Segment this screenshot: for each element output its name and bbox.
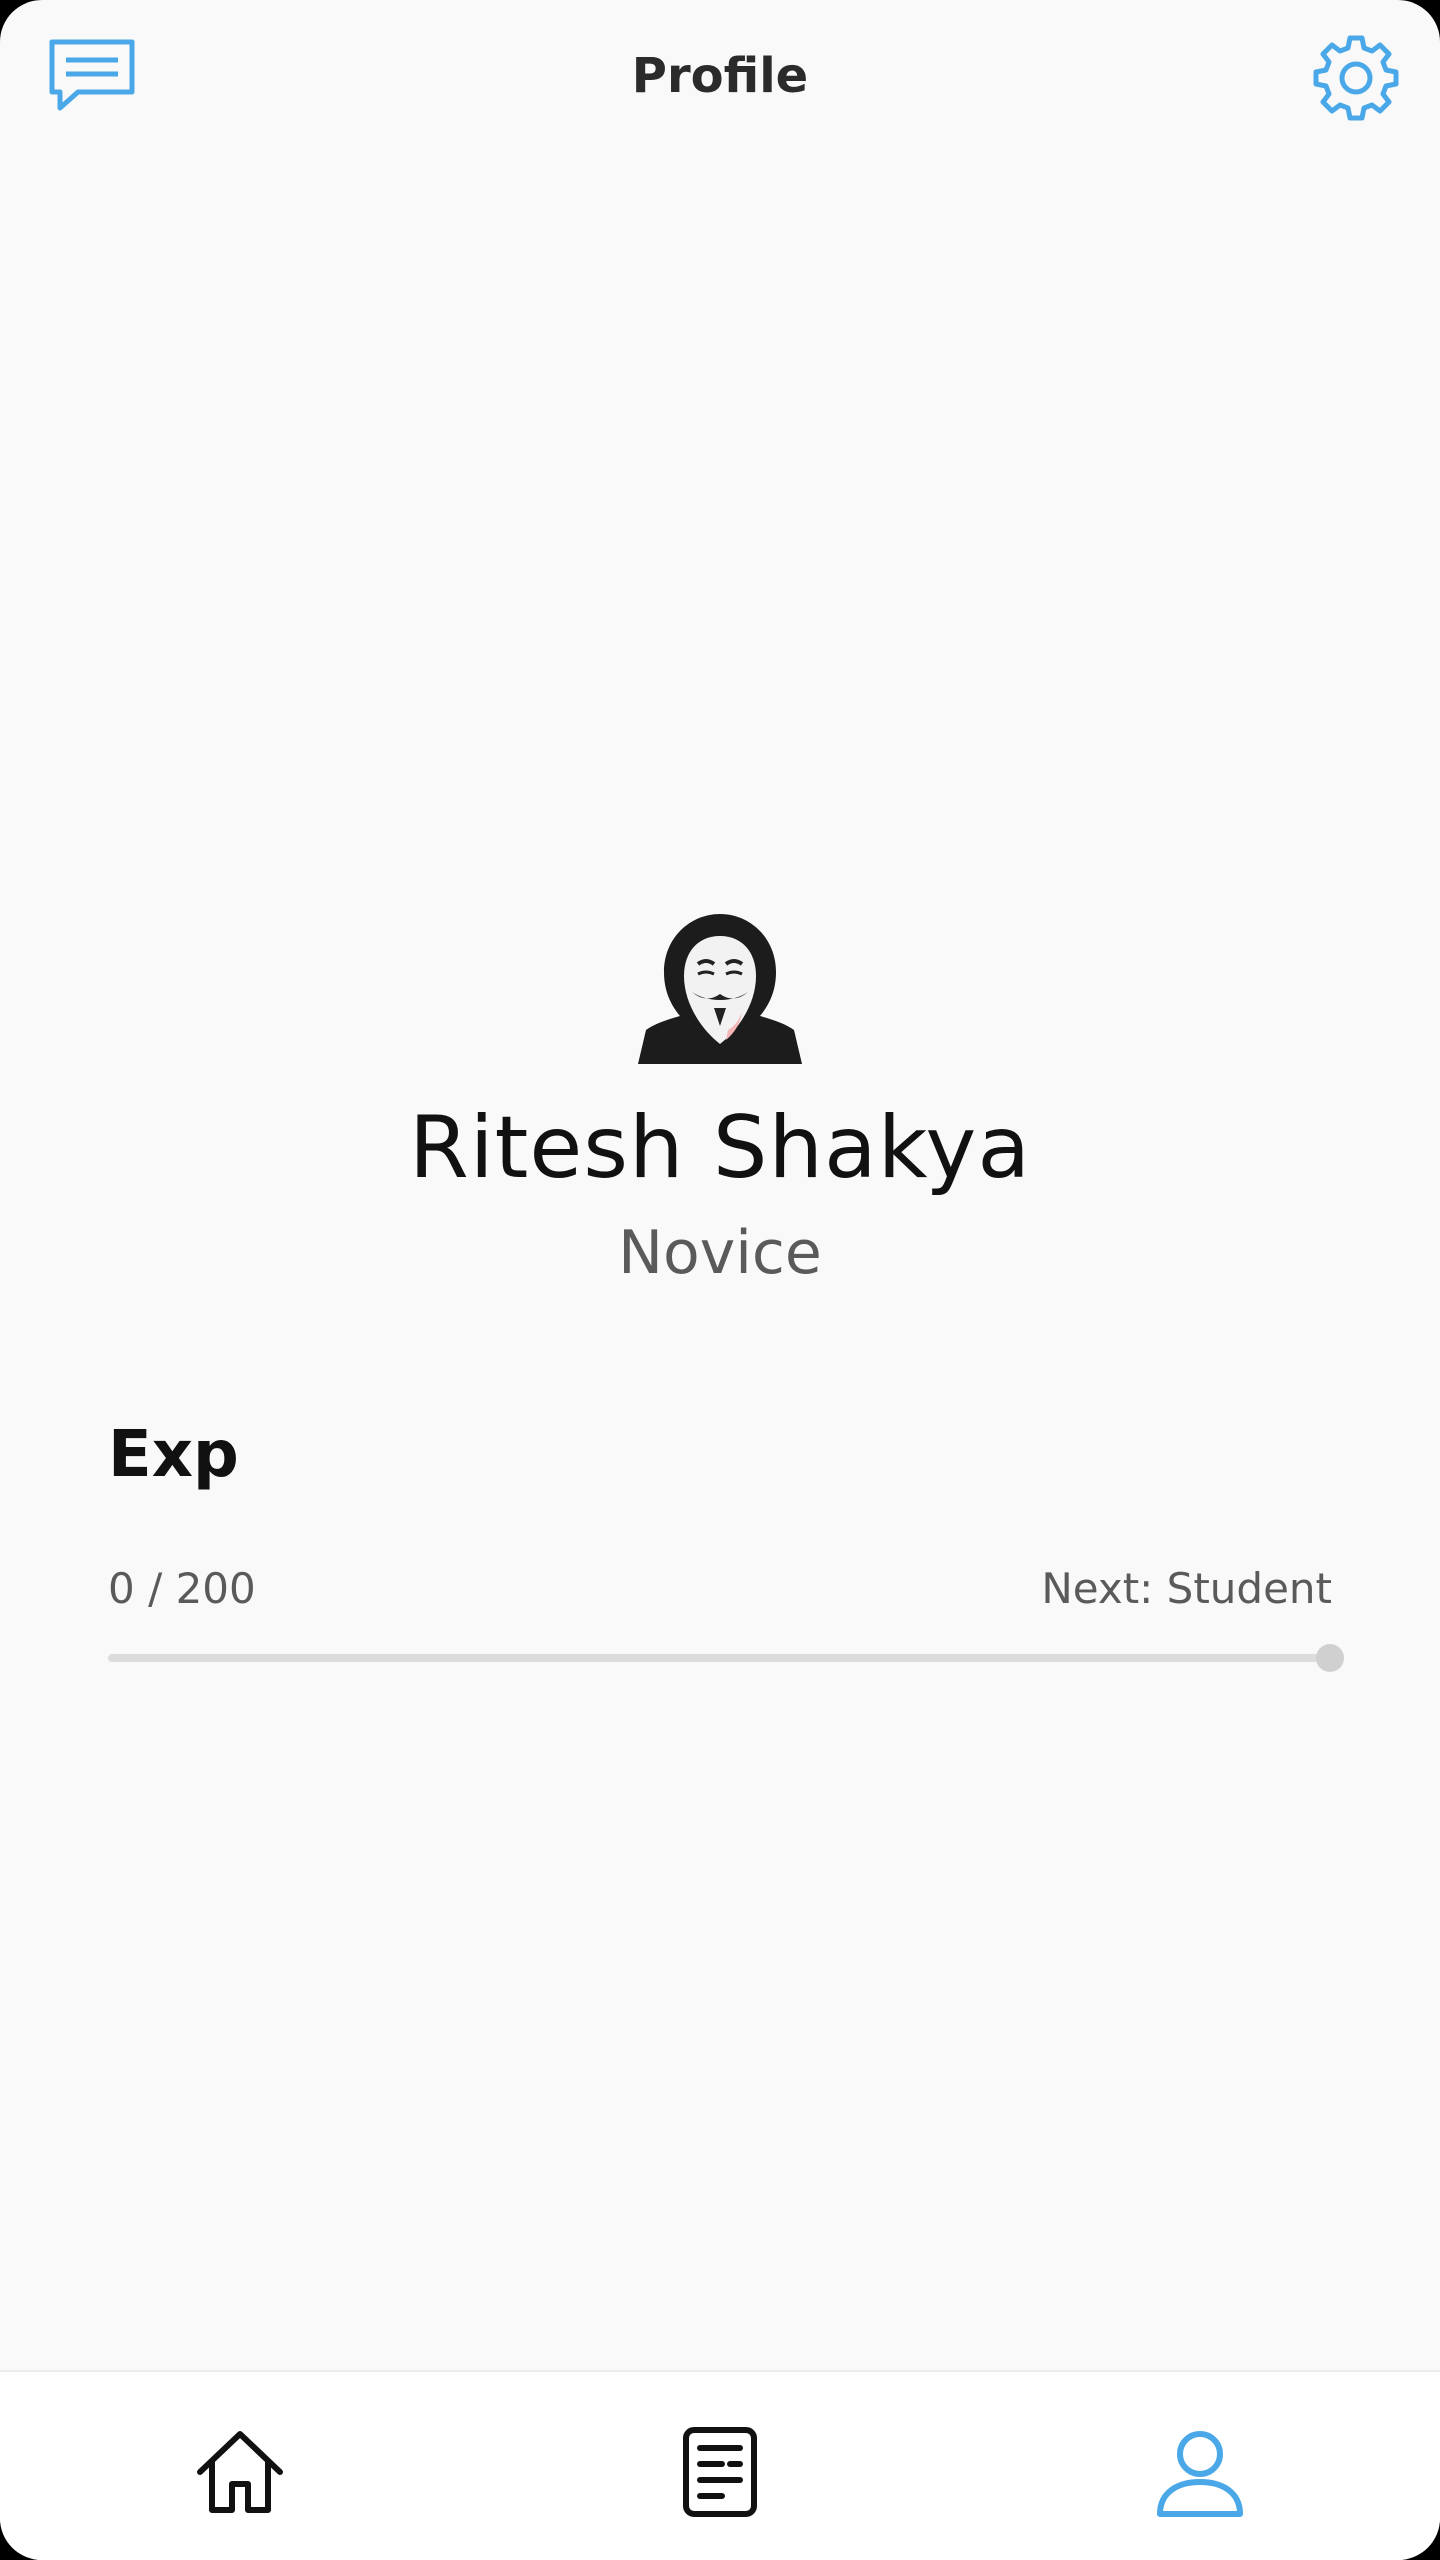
document-icon[interactable] <box>672 2424 768 2520</box>
app-header: Profile <box>0 0 1440 160</box>
gear-icon[interactable] <box>1312 34 1400 122</box>
home-icon[interactable] <box>192 2424 288 2520</box>
profile-screen: Profile Ritesh Shakya Novice Exp 0 / 200… <box>0 0 1440 2560</box>
exp-heading: Exp <box>108 1418 239 1492</box>
user-rank: Novice <box>618 1218 822 1288</box>
exp-next-rank: Next: Student <box>1041 1564 1332 1613</box>
user-icon[interactable] <box>1152 2424 1248 2520</box>
page-title: Profile <box>631 48 809 104</box>
exp-progress-knob <box>1316 1644 1344 1672</box>
avatar <box>638 914 802 1064</box>
user-name: Ritesh Shakya <box>408 1098 1032 1198</box>
bottom-nav <box>0 2370 1440 2560</box>
exp-progress-bar <box>108 1644 1344 1672</box>
exp-value: 0 / 200 <box>108 1564 256 1613</box>
